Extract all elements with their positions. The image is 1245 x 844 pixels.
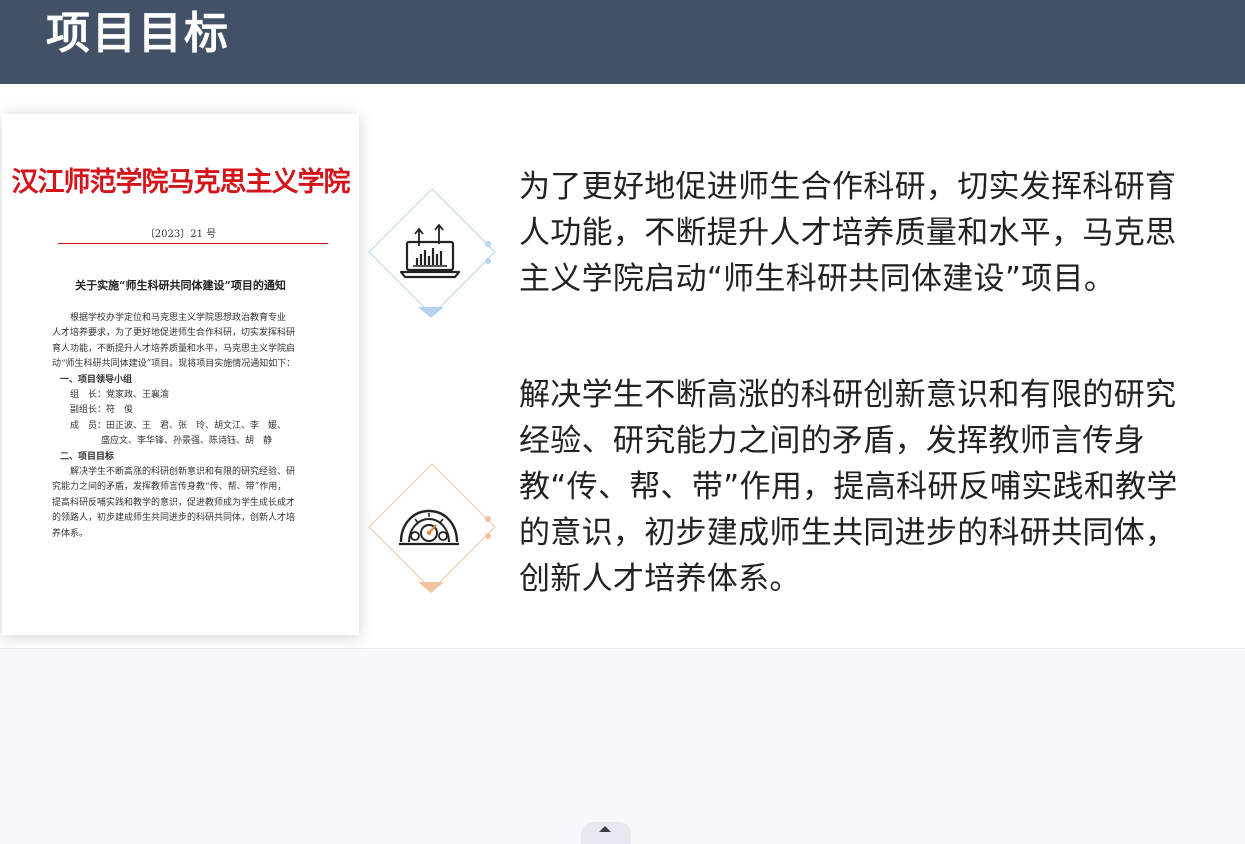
document-line: 育人功能，不断提升人才培养质量和水平，马克思主义学院启 [52,343,296,354]
document-line: 人才培养要求，为了更好地促进师生合作科研，切实发挥科研 [52,328,296,339]
document-line: 盛应文、李华锋、孙景强、陈诗钰、胡 静 [101,436,273,447]
header-bar: 项目目标 [0,0,1245,84]
document-line: 副组长：符 俊 [70,405,134,416]
chevron-up-icon [599,826,611,832]
document-line: 究能力之间的矛盾，发挥教师言传身教“传、帮、带”作用， [52,482,287,493]
document-red-rule [58,243,328,244]
goal-1-badge-pointer [418,307,444,318]
laptop-chart-icon [399,224,461,279]
document-line: 提高科研反哺实践和教学的意识，促进教师成为学生成长成才 [52,497,296,508]
decor-dot [485,258,491,264]
scroll-to-top-button[interactable] [581,822,631,844]
decor-dot [485,516,491,522]
goal-2-text: 解决学生不断高涨的科研创新意识和有限的研究经验、研究能力之间的矛盾，发挥教师言传… [519,377,1178,597]
document-line: 养体系。 [52,528,89,539]
document-line: 组 长：党家政、王襄渝 [70,390,170,401]
document-org-name: 汉江师范学院马克思主义学院 [11,167,351,198]
decor-dot [485,241,491,247]
goal-2-badge-pointer [418,582,444,593]
document-line: 解决学生不断高涨的科研创新意识和有限的研究经验、研 [70,467,296,478]
document-line: 成 员：田正波、王 君、张 玲、胡文江、李 媛、 [70,420,287,431]
document-line: 的领路人，初步建成师生共同进步的科研共同体，创新人才培 [52,513,296,524]
page-title: 项目目标 [46,8,230,59]
document-line: 根据学校办学定位和马克思主义学院思想政治教育专业 [70,313,287,323]
document-section-title: 二、项目目标 [60,451,115,462]
document-line: 动“师生科研共同体建设”项目。现将项目实施情况通知如下： [52,359,296,370]
speedometer-icon [399,509,459,546]
document-title: 关于实施“师生科研共同体建设”项目的通知 [75,279,286,292]
document-number: 〔2023〕21 号 [144,229,217,240]
notice-document-image: 汉江师范学院马克思主义学院 〔2023〕21 号 关于实施“师生科研共同体建设”… [2,114,359,635]
decor-dot [485,533,491,539]
document-body: 根据学校办学定位和马克思主义学院思想政治教育专业 人才培养要求，为了更好地促进师… [52,311,314,542]
document-section-title: 一、项目领导小组 [60,374,133,385]
goal-1-text: 为了更好地促进师生合作科研，切实发挥科研育人功能，不断提升人才培养质量和水平，马… [519,169,1177,297]
